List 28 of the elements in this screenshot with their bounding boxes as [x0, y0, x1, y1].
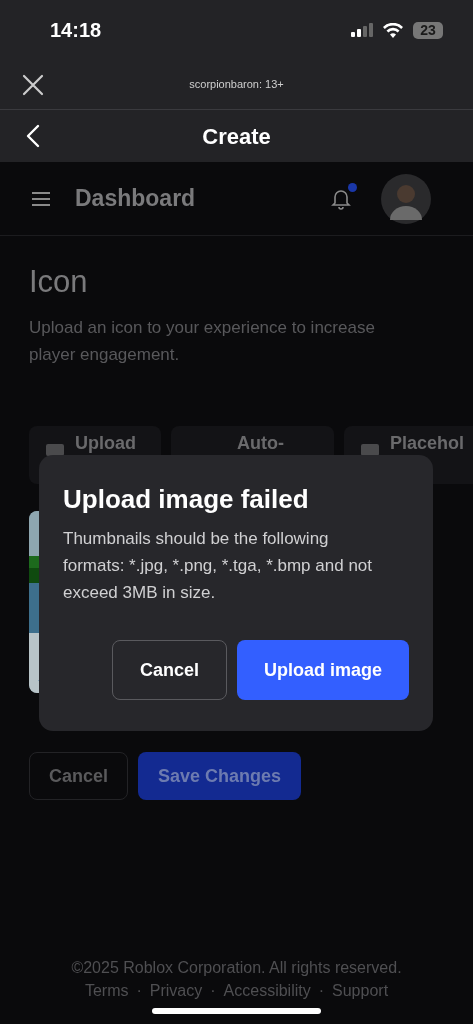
- signal-icon: [351, 23, 373, 37]
- sheet-title: scorpionbaron: 13+: [189, 77, 284, 93]
- status-time: 14:18: [50, 18, 102, 43]
- wifi-icon: [383, 22, 403, 38]
- back-icon[interactable]: [26, 124, 40, 148]
- menu-icon[interactable]: [31, 191, 51, 206]
- avatar[interactable]: [381, 173, 431, 224]
- section-title: Icon: [29, 263, 89, 301]
- copyright-text: ©2025 Roblox Corporation. All rights reserved.: [71, 958, 402, 978]
- dialog-title: Upload image failed: [63, 483, 310, 515]
- save-button[interactable]: Save Changes: [138, 752, 302, 800]
- close-icon[interactable]: [22, 73, 44, 96]
- footer-link[interactable]: Support: [332, 979, 389, 1002]
- nav-title: Create: [202, 122, 271, 151]
- dialog-message: Thumbnails should be the following formats: *.jpg, *.png, *.tga, *.bmp and not exceed 3MB in size.: [63, 528, 373, 604]
- footer-link[interactable]: Privacy: [149, 979, 203, 1002]
- separator-dot: ·: [318, 981, 325, 1001]
- separator-dot: ·: [210, 981, 216, 1001]
- footer-link[interactable]: Accessibility: [223, 979, 311, 1002]
- upload-image-button[interactable]: Upload image: [236, 640, 409, 700]
- separator-dot: ·: [136, 981, 142, 1001]
- battery-icon: 23: [413, 21, 443, 39]
- section-description: Upload an icon to your experience to increase player engagement.: [29, 317, 376, 366]
- cancel-button[interactable]: Cancel: [29, 752, 129, 800]
- dashboard-title: Dashboard: [75, 184, 196, 214]
- bell-icon: [331, 187, 351, 210]
- footer-link[interactable]: Terms: [84, 979, 129, 1002]
- cancel-button[interactable]: Cancel: [111, 640, 227, 700]
